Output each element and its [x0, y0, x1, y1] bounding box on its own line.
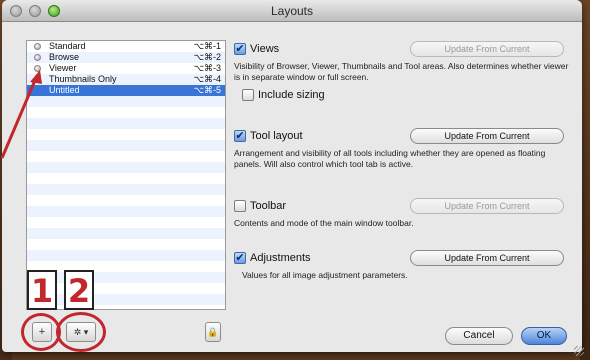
list-item-standard[interactable]: Standard ⌥⌘-1: [27, 41, 225, 52]
layout-shortcut: ⌥⌘-4: [193, 74, 221, 84]
ok-button[interactable]: OK: [521, 327, 567, 345]
empty-row: [27, 195, 225, 206]
list-item-browse[interactable]: Browse ⌥⌘-2: [27, 52, 225, 63]
minimize-window-button[interactable]: [29, 5, 41, 17]
annotation-number-one: 1: [27, 270, 57, 310]
toolbar-label: Toolbar: [250, 200, 287, 212]
empty-row: [27, 151, 225, 162]
titlebar: Layouts: [2, 0, 582, 22]
toolbar-section: Toolbar Update From Current Contents and…: [234, 198, 574, 229]
list-item-viewer[interactable]: Viewer ⌥⌘-3: [27, 63, 225, 74]
views-description: Visibility of Browser, Viewer, Thumbnail…: [234, 61, 569, 82]
tool-layout-section: ✔ Tool layout Update From Current Arrang…: [234, 128, 574, 170]
empty-row: [27, 239, 225, 250]
views-checkbox[interactable]: ✔: [234, 43, 246, 55]
include-sizing-label: Include sizing: [258, 89, 325, 101]
cancel-button[interactable]: Cancel: [445, 327, 513, 345]
empty-row: [27, 173, 225, 184]
empty-row: [27, 184, 225, 195]
layout-bullet-icon: [34, 43, 41, 50]
layout-name: Viewer: [49, 63, 77, 73]
layout-shortcut: ⌥⌘-5: [193, 85, 221, 95]
annotation-arrow: [0, 70, 42, 159]
lock-icon[interactable]: 🔒: [205, 322, 221, 342]
tool-layout-label: Tool layout: [250, 130, 303, 142]
empty-row: [27, 206, 225, 217]
list-item-thumbnails-only[interactable]: Thumbnails Only ⌥⌘-4: [27, 74, 225, 85]
adjustments-update-button[interactable]: Update From Current: [410, 250, 564, 266]
empty-row: [27, 217, 225, 228]
layout-name: Thumbnails Only: [49, 74, 117, 84]
empty-row: [27, 140, 225, 151]
adjustments-label: Adjustments: [250, 252, 311, 264]
adjustments-checkbox[interactable]: ✔: [234, 252, 246, 264]
layout-shortcut: ⌥⌘-2: [193, 52, 221, 62]
layout-shortcut: ⌥⌘-3: [193, 63, 221, 73]
layout-name: Standard: [49, 41, 86, 51]
empty-row: [27, 118, 225, 129]
toolbar-update-button[interactable]: Update From Current: [410, 198, 564, 214]
views-update-button[interactable]: Update From Current: [410, 41, 564, 57]
tool-layout-description: Arrangement and visibility of all tools …: [234, 148, 546, 169]
empty-row: [27, 96, 225, 107]
adjustments-section: ✔ Adjustments Update From Current Values…: [234, 250, 574, 281]
window-title: Layouts: [270, 4, 314, 18]
layout-bullet-icon: [34, 54, 41, 61]
layout-name: Browse: [49, 52, 80, 62]
tool-layout-checkbox[interactable]: ✔: [234, 130, 246, 142]
resize-grip-icon[interactable]: [574, 346, 584, 356]
zoom-window-button[interactable]: [48, 5, 60, 17]
empty-row: [27, 107, 225, 118]
empty-row: [27, 129, 225, 140]
annotation-number-two: 2: [64, 270, 94, 310]
empty-row: [27, 162, 225, 173]
layout-name: Untitled: [49, 85, 80, 95]
annotation-circle-gear: [56, 312, 106, 352]
adjustments-description: Values for all image adjustment paramete…: [242, 270, 408, 280]
close-window-button[interactable]: [10, 5, 22, 17]
list-item-untitled[interactable]: Untitled ⌥⌘-5: [27, 85, 225, 96]
toolbar-description: Contents and mode of the main window too…: [234, 218, 414, 228]
annotation-circle-add: [21, 313, 61, 351]
tool-layout-update-button[interactable]: Update From Current: [410, 128, 564, 144]
views-label: Views: [250, 43, 280, 55]
layout-shortcut: ⌥⌘-1: [193, 41, 221, 51]
include-sizing-checkbox[interactable]: [242, 89, 254, 101]
views-section: ✔ Views Update From Current Visibility o…: [234, 41, 574, 103]
empty-row: [27, 250, 225, 261]
empty-row: [27, 228, 225, 239]
toolbar-checkbox[interactable]: [234, 200, 246, 212]
